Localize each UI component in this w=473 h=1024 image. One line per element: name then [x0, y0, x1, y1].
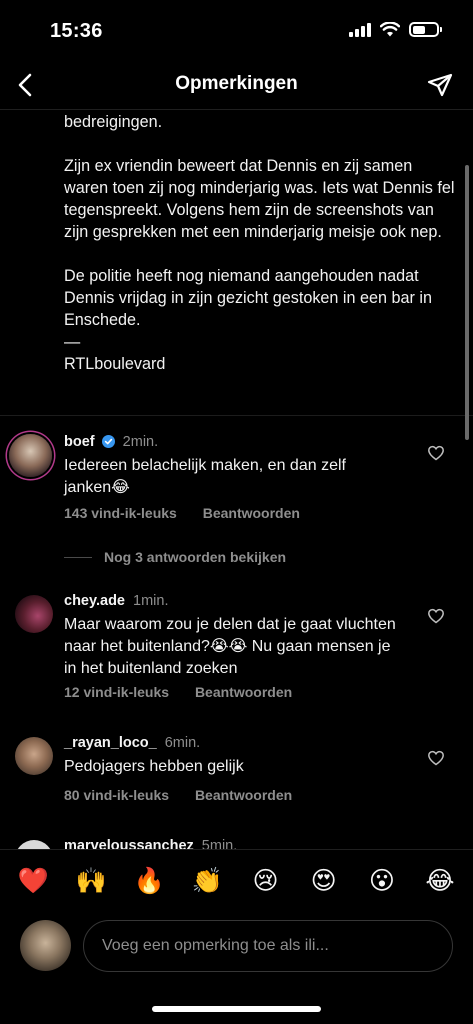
comment-time: 6min. [164, 735, 201, 751]
replies-line [64, 556, 92, 558]
view-replies-label: Nog 3 antwoorden bekijken [104, 549, 287, 565]
reaction-surprised-button[interactable]: 😮 [367, 867, 397, 897]
comment-item: marveloussanchez 5min. [0, 838, 473, 849]
comments-list[interactable]: bedreigingen. Zijn ex vriendin beweert d… [0, 111, 473, 849]
reply-button[interactable]: Beantwoorden [195, 787, 292, 803]
comment-text: Iedereen belachelijk maken, en dan zelf … [64, 457, 346, 496]
comment-header: marveloussanchez 5min. [64, 838, 237, 849]
comment-time: 1min. [133, 593, 169, 609]
avatar[interactable] [9, 434, 52, 477]
caption-divider [0, 415, 473, 416]
comment-meta: 80 vind-ik-leuks Beantwoorden [64, 787, 292, 803]
comment-input[interactable] [83, 920, 453, 972]
verified-badge-icon [101, 435, 115, 448]
comment-meta: 143 vind-ik-leuks Beantwoorden [64, 505, 300, 521]
page-title: Opmerkingen [175, 73, 298, 94]
comment-likes[interactable]: 80 vind-ik-leuks [64, 787, 169, 803]
comment-likes[interactable]: 12 vind-ik-leuks [64, 684, 169, 700]
heart-icon[interactable] [427, 607, 445, 625]
scrollbar[interactable] [465, 165, 469, 440]
reaction-raised-hands-button[interactable]: 🙌 [76, 867, 107, 897]
comment-item: _rayan_loco_ 6min. Pedojagers hebben gel… [0, 735, 473, 815]
reaction-laughing-button[interactable]: 😂 [425, 867, 455, 897]
comment-text: Maar waarom zou je delen dat je gaat vlu… [64, 616, 396, 677]
comment-meta: 12 vind-ik-leuks Beantwoorden [64, 684, 292, 700]
caption-paragraph: Zijn ex vriendin beweert dat Dennis en z… [64, 157, 455, 241]
avatar[interactable] [15, 840, 53, 849]
comment-likes[interactable]: 143 vind-ik-leuks [64, 505, 177, 521]
reaction-heart-button[interactable]: ❤️ [17, 867, 48, 897]
comment-username[interactable]: boef [64, 434, 95, 450]
comment-username[interactable]: _rayan_loco_ [64, 735, 157, 751]
share-button[interactable] [423, 68, 457, 102]
view-replies-button[interactable]: Nog 3 antwoorden bekijken [64, 549, 286, 565]
home-indicator[interactable] [152, 1006, 321, 1012]
comment-time: 2min. [122, 434, 159, 450]
reaction-heart-eyes-button[interactable]: 😍 [309, 867, 339, 897]
heart-icon[interactable] [427, 444, 445, 462]
comment-header: _rayan_loco_ 6min. [64, 735, 200, 751]
comment-username[interactable]: chey.ade [64, 593, 125, 609]
status-bar: 15:36 [0, 0, 473, 60]
caption-paragraph: De politie heeft nog niemand aangehouden… [64, 267, 433, 329]
cellular-signal-icon [349, 22, 371, 37]
comment-header: boef 2min. [64, 434, 158, 450]
reply-button[interactable]: Beantwoorden [203, 505, 300, 521]
caption-paragraph: bedreigingen. [64, 113, 163, 131]
wifi-icon [380, 22, 400, 37]
caption-source: RTLboulevard [64, 355, 166, 373]
reply-button[interactable]: Beantwoorden [195, 684, 292, 700]
battery-icon [409, 22, 442, 37]
header: Opmerkingen [0, 60, 473, 110]
my-avatar [20, 920, 71, 971]
paper-plane-icon [427, 73, 453, 97]
comment-time: 5min. [201, 838, 238, 849]
status-icons [349, 22, 442, 37]
avatar[interactable] [15, 595, 53, 633]
avatar[interactable] [15, 737, 53, 775]
heart-icon[interactable] [427, 749, 445, 767]
status-time: 15:36 [50, 20, 103, 42]
caption-dash: — [64, 333, 81, 351]
comment-text: Pedojagers hebben gelijk [64, 758, 244, 775]
comment-item: chey.ade 1min. Maar waarom zou je delen … [0, 593, 473, 703]
comment-username[interactable]: marveloussanchez [64, 838, 194, 849]
reaction-crying-button[interactable]: 😢 [251, 867, 281, 897]
reaction-bar: ❤️ 🙌 🔥 👏 😢 😍 😮 😂 [0, 849, 473, 913]
post-caption: bedreigingen. Zijn ex vriendin beweert d… [64, 111, 456, 375]
comment-item: boef 2min. Iedereen belachelijk maken, e… [0, 431, 473, 531]
reaction-clap-button[interactable]: 👏 [192, 867, 223, 897]
comment-header: chey.ade 1min. [64, 593, 169, 609]
comment-composer [0, 914, 473, 984]
reaction-fire-button[interactable]: 🔥 [134, 867, 165, 897]
